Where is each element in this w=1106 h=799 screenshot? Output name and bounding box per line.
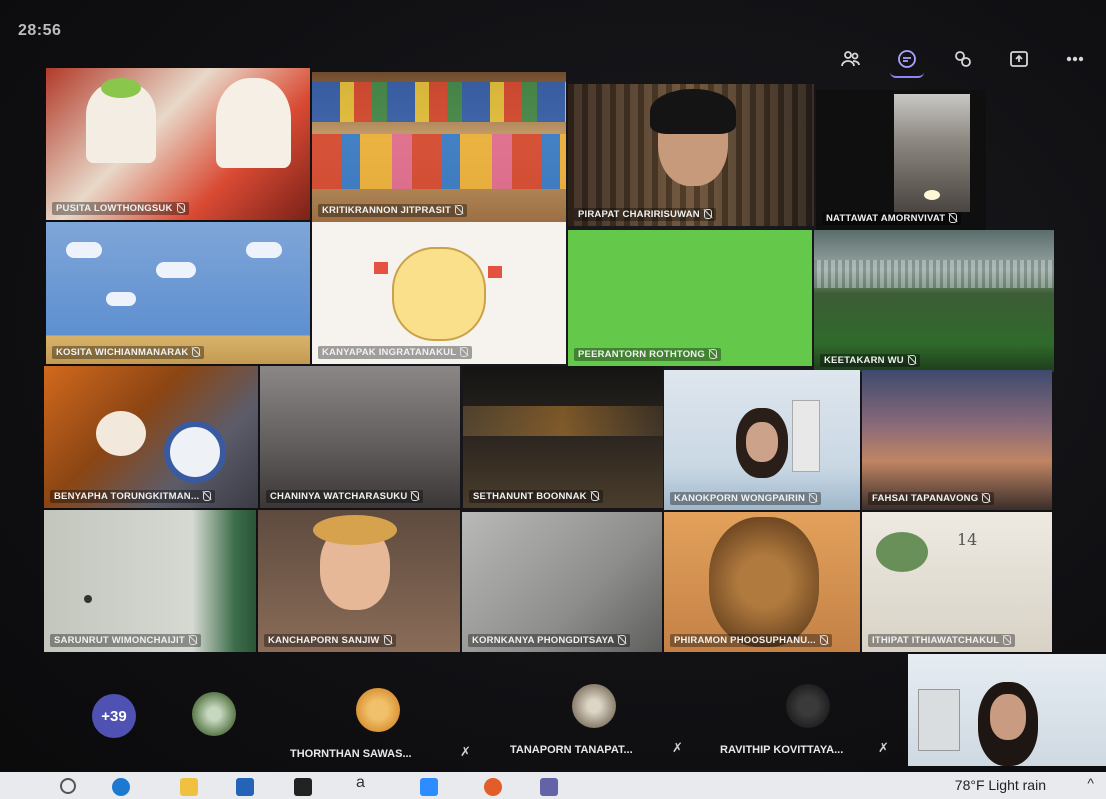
mic-off-icon (383, 635, 392, 646)
store-icon[interactable]: a (356, 774, 374, 792)
search-icon[interactable] (60, 778, 76, 794)
participant-name: KANYAPAK INGRATANAKUL (318, 346, 473, 359)
video-tile[interactable]: KRITIKRANNON JITPRASIT (312, 72, 566, 222)
participant-name: SETHANUNT BOONNAK (469, 490, 603, 503)
video-tile[interactable]: KANOKPORN WONGPAIRIN (664, 370, 860, 510)
video-tile[interactable]: FAHSAI TAPANAVONG (862, 370, 1052, 510)
mic-off-icon: ✗ (878, 740, 889, 755)
people-icon[interactable] (834, 42, 868, 76)
avatar (356, 688, 400, 732)
mic-off-icon (907, 355, 916, 366)
mic-off-icon: ✗ (672, 740, 683, 755)
reactions-icon[interactable] (946, 42, 980, 76)
participant-name: KOSITA WICHIANMANARAK (52, 346, 205, 359)
mic-off-icon: ✗ (460, 744, 471, 759)
mic-off-icon (460, 347, 469, 358)
teams-window: 28:56 PUSITA LOWTHONGSUK KRITIKRANNON JI… (0, 0, 1106, 799)
meeting-toolbar (834, 42, 1092, 78)
video-tile[interactable]: KEETAKARN WU (814, 230, 1054, 372)
more-icon[interactable] (1058, 42, 1092, 76)
mic-off-icon (454, 205, 463, 216)
avatar (192, 692, 236, 736)
participant-name: PHIRAMON PHOOSUPHANU... (670, 634, 832, 647)
chevron-up-icon[interactable]: ^ (1087, 775, 1094, 791)
dropbox-icon[interactable] (294, 778, 312, 796)
video-tile[interactable]: KOSITA WICHIANMANARAK (46, 222, 310, 364)
mic-off-icon (176, 203, 185, 214)
participant-name: KANCHAPORN SANJIW (264, 634, 396, 647)
mic-off-icon (703, 209, 712, 220)
participant-name: THORNTHAN SAWAS... (290, 748, 412, 760)
video-tile[interactable]: KORNKANYA PHONGDITSAYA (462, 512, 662, 652)
share-icon[interactable] (1002, 42, 1036, 76)
firefox-icon[interactable] (484, 778, 502, 796)
mic-off-icon (590, 491, 599, 502)
participant-name: SARUNRUT WIMONCHAIJIT (50, 634, 201, 647)
participant-name: RAVITHIP KOVITTAYA... (720, 744, 844, 756)
wall-number: 14 (957, 530, 978, 549)
participant-name: PIRAPAT CHARIRISUWAN (574, 208, 716, 221)
participant-name: PUSITA LOWTHONGSUK (52, 202, 189, 215)
mic-off-icon (618, 635, 627, 646)
mic-off-icon (411, 491, 420, 502)
windows-taskbar: a 78°F Light rain ^ (0, 772, 1106, 799)
participant-name: PEERANTORN ROTHTONG (574, 348, 721, 361)
weather-widget[interactable]: 78°F Light rain (955, 777, 1046, 793)
participant-name: KEETAKARN WU (820, 354, 920, 367)
video-tile[interactable]: PHIRAMON PHOOSUPHANU... (664, 512, 860, 652)
video-tile[interactable]: CHANINYA WATCHARASUKU (260, 366, 460, 508)
mail-icon[interactable] (236, 778, 254, 796)
call-timer: 28:56 (18, 22, 62, 39)
edge-icon[interactable] (112, 778, 130, 796)
teams-icon[interactable] (540, 778, 558, 796)
mic-off-icon (708, 349, 717, 360)
participant-name: TANAPORN TANAPAT... (510, 744, 633, 756)
self-view-tile[interactable] (908, 654, 1106, 766)
participant-name: KRITIKRANNON JITPRASIT (318, 204, 467, 217)
video-tile[interactable]: BENYAPHA TORUNGKITMAN... (44, 366, 258, 508)
mic-off-icon (188, 635, 197, 646)
chat-icon[interactable] (890, 42, 924, 78)
participant-name: FAHSAI TAPANAVONG (868, 492, 995, 505)
video-tile[interactable]: PUSITA LOWTHONGSUK (46, 68, 310, 220)
participant-name: NATTAWAT AMORNVIVAT (822, 212, 962, 225)
video-tile[interactable]: SARUNRUT WIMONCHAIJIT (44, 510, 256, 652)
video-tile[interactable]: PIRAPAT CHARIRISUWAN (568, 84, 814, 226)
mic-off-icon (819, 635, 828, 646)
more-participants-badge[interactable]: +39 (92, 694, 136, 738)
mic-off-icon (203, 491, 212, 502)
mic-off-icon (982, 493, 991, 504)
avatar (786, 684, 830, 728)
mic-off-icon (949, 213, 958, 224)
video-tile[interactable]: SETHANUNT BOONNAK (463, 366, 663, 508)
participant-name: KANOKPORN WONGPAIRIN (670, 492, 822, 505)
mic-off-icon (1003, 635, 1012, 646)
video-tile[interactable]: NATTAWAT AMORNVIVAT (816, 90, 986, 230)
video-tile[interactable]: KANYAPAK INGRATANAKUL (312, 222, 566, 364)
video-tile[interactable]: KANCHAPORN SANJIW (258, 510, 460, 652)
folder-icon[interactable] (180, 778, 198, 796)
video-tile[interactable]: PEERANTORN ROTHTONG (568, 230, 812, 366)
video-tile[interactable]: 14 ITHIPAT ITHIAWATCHAKUL (862, 512, 1052, 652)
zoom-icon[interactable] (420, 778, 438, 796)
avatar (572, 684, 616, 728)
mic-off-icon (809, 493, 818, 504)
mic-off-icon (192, 347, 201, 358)
participant-name: BENYAPHA TORUNGKITMAN... (50, 490, 216, 503)
participant-name: KORNKANYA PHONGDITSAYA (468, 634, 631, 647)
participant-name: ITHIPAT ITHIAWATCHAKUL (868, 634, 1016, 647)
participant-name: CHANINYA WATCHARASUKU (266, 490, 424, 503)
